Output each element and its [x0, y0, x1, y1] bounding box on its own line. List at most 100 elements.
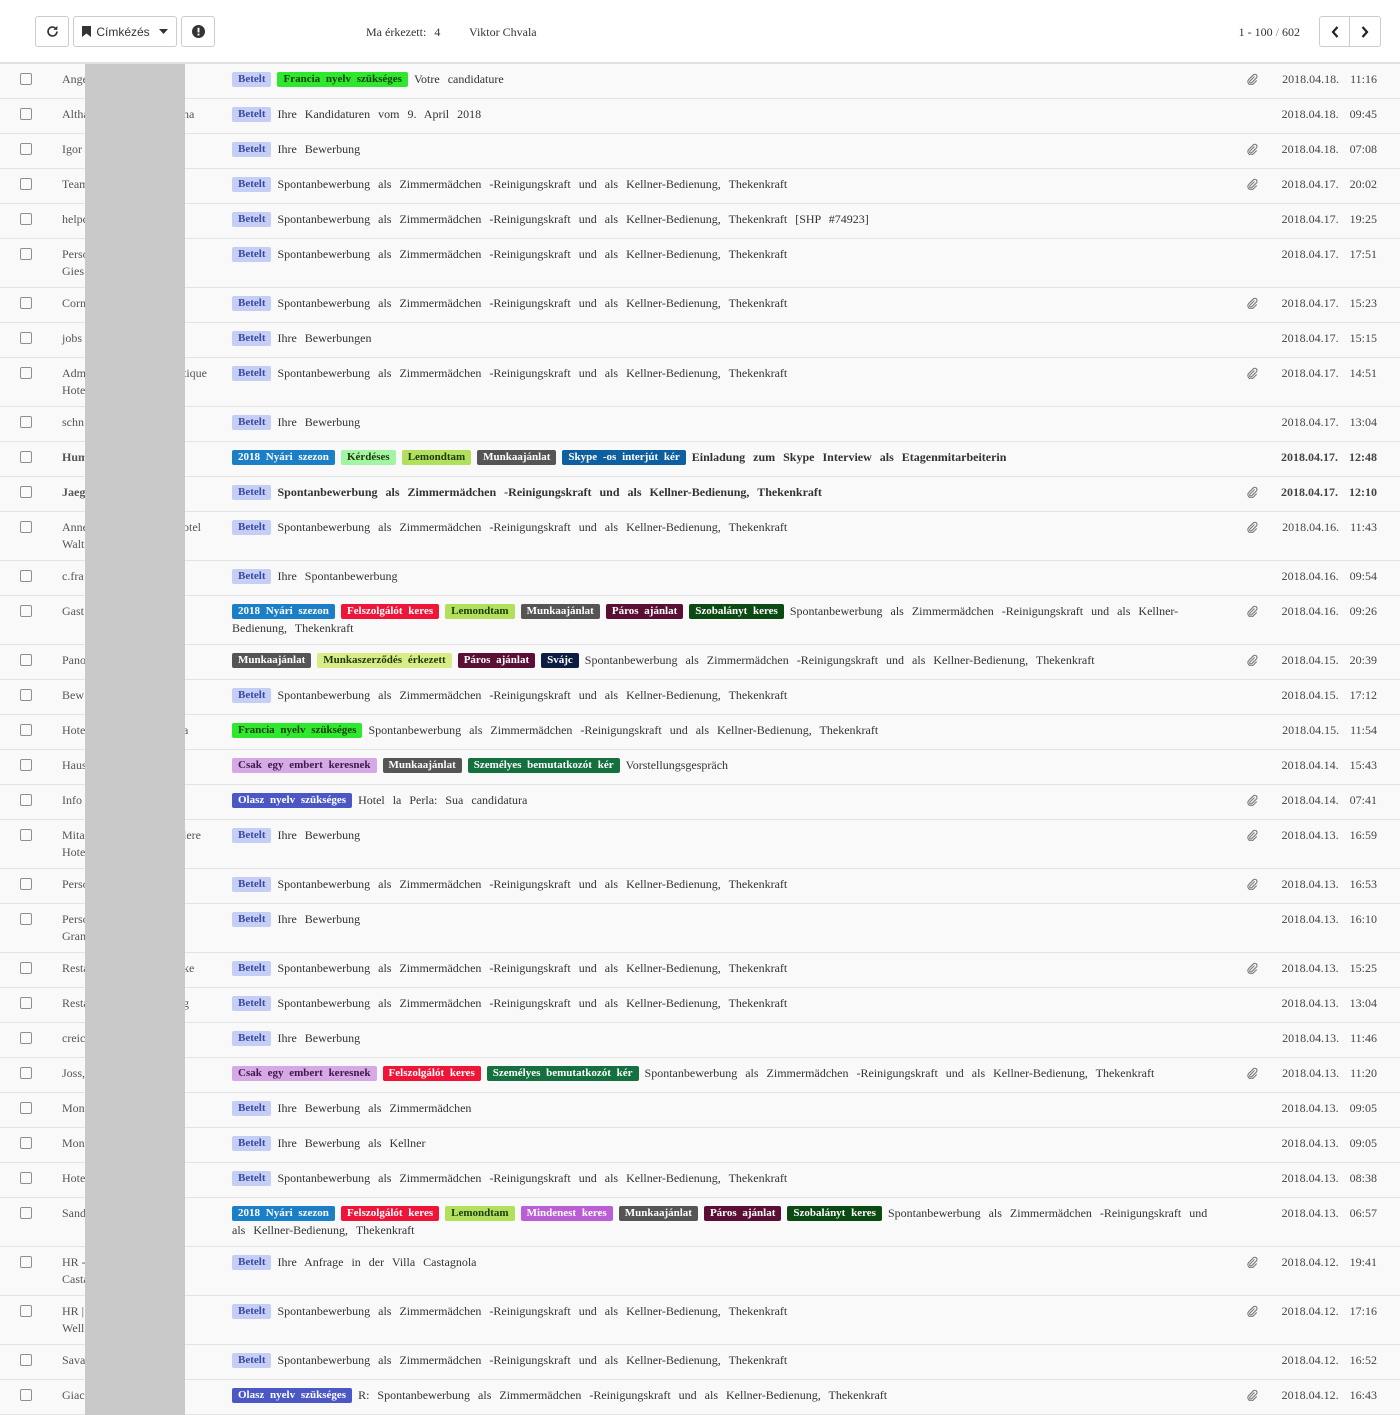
subject-line[interactable]: Betelt Francia nyelv szükséges Votre candi…	[232, 71, 1227, 88]
label-tag[interactable]: Csak egy embert keresnek	[232, 758, 377, 773]
label-tag[interactable]: Lemondtam	[445, 1206, 515, 1221]
subject-line[interactable]: Csak egy embert keresnek Munkaajánlat Szem…	[232, 757, 1227, 774]
row-checkbox[interactable]	[20, 759, 32, 771]
label-tag[interactable]: Betelt	[232, 296, 272, 311]
label-tag[interactable]: Kérdéses	[340, 450, 396, 465]
mail-row[interactable]: HR - Casta Betelt Ihre Anfrage in der Villa…	[0, 1247, 1400, 1296]
subject-line[interactable]: Betelt Ihre Bewerbungen	[232, 330, 1227, 347]
row-checkbox[interactable]	[20, 178, 32, 190]
mail-row[interactable]: Adm Hote tique Betelt Spontanbewerbung als Z…	[0, 358, 1400, 407]
mail-row[interactable]: Pano Munkaajánlat Munkaszerződés érkezett P…	[0, 645, 1400, 680]
subject-line[interactable]: Betelt Ihre Bewerbung	[232, 827, 1227, 844]
label-tag[interactable]: Mindenest keres	[520, 1206, 613, 1221]
label-tag[interactable]: Betelt	[232, 177, 272, 192]
row-checkbox[interactable]	[20, 878, 32, 890]
refresh-button[interactable]	[35, 16, 69, 47]
row-checkbox[interactable]	[20, 570, 32, 582]
label-tag[interactable]: Személyes bemutatkozót kér	[486, 1066, 639, 1081]
subject-line[interactable]: Betelt Ihre Bewerbung	[232, 141, 1227, 158]
row-checkbox[interactable]	[20, 451, 32, 463]
mail-row[interactable]: Anne Walt otel Betelt Spontanbewerbung als Z…	[0, 512, 1400, 561]
subject-line[interactable]: Betelt Ihre Kandidaturen vom 9. April 201…	[232, 106, 1227, 123]
label-tag[interactable]: Betelt	[232, 107, 272, 122]
mail-row[interactable]: Sand 2018 Nyári szezon Felszolgálót keres L…	[0, 1198, 1400, 1247]
row-checkbox[interactable]	[20, 1102, 32, 1114]
mail-row[interactable]: Joss, Csak egy embert keresnek Felszolgáló…	[0, 1058, 1400, 1093]
mail-row[interactable]: Mita Hote lere Betelt Ihre Bewerbung 2018.04.…	[0, 820, 1400, 869]
label-tag[interactable]: Betelt	[232, 485, 272, 500]
label-tag[interactable]: Betelt	[232, 415, 272, 430]
label-tag[interactable]: Svájc	[541, 653, 579, 668]
label-tag[interactable]: Betelt	[232, 1255, 272, 1270]
subject-line[interactable]: 2018 Nyári szezon Felszolgálót keres Lemon…	[232, 1205, 1227, 1239]
label-tag[interactable]: Munkaajánlat	[382, 758, 462, 773]
mail-row[interactable]: Hote a Francia nyelv szükséges Spontanbewer…	[0, 715, 1400, 750]
mail-row[interactable]: Hum 2018 Nyári szezon Kérdéses Lemondtam Mun…	[0, 442, 1400, 477]
row-checkbox[interactable]	[20, 689, 32, 701]
subject-line[interactable]: Betelt Spontanbewerbung als Zimmermädchen…	[232, 246, 1227, 263]
row-checkbox[interactable]	[20, 486, 32, 498]
subject-line[interactable]: Betelt Ihre Bewerbung	[232, 911, 1227, 928]
label-tag[interactable]: Munkaszerződés érkezett	[317, 653, 452, 668]
row-checkbox[interactable]	[20, 108, 32, 120]
row-checkbox[interactable]	[20, 367, 32, 379]
label-tag[interactable]: Betelt	[232, 1136, 272, 1151]
row-checkbox[interactable]	[20, 1172, 32, 1184]
label-tag[interactable]: Betelt	[232, 1031, 272, 1046]
mail-row[interactable]: jobs Betelt Ihre Bewerbungen 2018.04.17. 15…	[0, 323, 1400, 358]
mail-row[interactable]: Hote Betelt Spontanbewerbung als Zimmermäd…	[0, 1163, 1400, 1198]
label-tag[interactable]: Betelt	[232, 912, 272, 927]
subject-line[interactable]: Betelt Spontanbewerbung als Zimmermädchen…	[232, 876, 1227, 893]
mail-row[interactable]: Gast 2018 Nyári szezon Felszolgálót keres L…	[0, 596, 1400, 645]
subject-line[interactable]: Betelt Spontanbewerbung als Zimmermädchen…	[232, 1303, 1227, 1320]
label-tag[interactable]: Betelt	[232, 569, 272, 584]
mail-row[interactable]: Corn Betelt Spontanbewerbung als Zimmermäd…	[0, 288, 1400, 323]
mail-row[interactable]: schn Betelt Ihre Bewerbung 2018.04.17. 13:0…	[0, 407, 1400, 442]
row-checkbox[interactable]	[20, 605, 32, 617]
mail-row[interactable]: creic Betelt Ihre Bewerbung 2018.04.13. 11:…	[0, 1023, 1400, 1058]
row-checkbox[interactable]	[20, 1354, 32, 1366]
subject-line[interactable]: Betelt Spontanbewerbung als Zimmermädchen…	[232, 365, 1227, 382]
subject-line[interactable]: 2018 Nyári szezon Felszolgálót keres Lemon…	[232, 603, 1227, 637]
subject-line[interactable]: Betelt Spontanbewerbung als Zimmermädchen…	[232, 687, 1227, 704]
label-tag[interactable]: Páros ajánlat	[703, 1206, 782, 1221]
mail-row[interactable]: Team Betelt Spontanbewerbung als Zimmermäd…	[0, 169, 1400, 204]
subject-line[interactable]: 2018 Nyári szezon Kérdéses Lemondtam Munkaa…	[232, 449, 1227, 466]
row-checkbox[interactable]	[20, 248, 32, 260]
subject-line[interactable]: Olasz nyelv szükséges R: Spontanbewerbung…	[232, 1387, 1227, 1404]
label-tag[interactable]: Olasz nyelv szükséges	[232, 1388, 353, 1403]
label-tag[interactable]: Személyes bemutatkozót kér	[467, 758, 620, 773]
mail-row[interactable]: Haus Csak egy embert keresnek Munkaajánlat…	[0, 750, 1400, 785]
mail-row[interactable]: Giac Olasz nyelv szükséges R: Spontanbewer…	[0, 1380, 1400, 1415]
next-page-button[interactable]	[1349, 16, 1381, 47]
label-tag[interactable]: Betelt	[232, 1101, 272, 1116]
label-tag[interactable]: Betelt	[232, 331, 272, 346]
mail-row[interactable]: Igor Betelt Ihre Bewerbung 2018.04.18. 07:0…	[0, 134, 1400, 169]
label-tag[interactable]: Felszolgálót keres	[340, 1206, 440, 1221]
label-tag[interactable]: Betelt	[232, 1171, 272, 1186]
row-checkbox[interactable]	[20, 829, 32, 841]
subject-line[interactable]: Betelt Spontanbewerbung als Zimmermädchen…	[232, 1352, 1227, 1369]
mail-row[interactable]: Resta ke Betelt Spontanbewerbung als Zimmer…	[0, 953, 1400, 988]
mail-row[interactable]: Mon Betelt Ihre Bewerbung als Zimmermädche…	[0, 1093, 1400, 1128]
mail-row[interactable]: Bew Betelt Spontanbewerbung als Zimmermädc…	[0, 680, 1400, 715]
label-tag[interactable]: Csak egy embert keresnek	[232, 1066, 377, 1081]
mail-row[interactable]: Mon Betelt Ihre Bewerbung als Kellner 2018.…	[0, 1128, 1400, 1163]
label-tag[interactable]: 2018 Nyári szezon	[232, 450, 335, 465]
label-tag[interactable]: Betelt	[232, 688, 272, 703]
subject-line[interactable]: Csak egy embert keresnek Felszolgálót ker…	[232, 1065, 1227, 1082]
label-tag[interactable]: Betelt	[232, 212, 272, 227]
subject-line[interactable]: Betelt Spontanbewerbung als Zimmermädchen…	[232, 295, 1227, 312]
label-tag[interactable]: Munkaajánlat	[477, 450, 557, 465]
row-checkbox[interactable]	[20, 1305, 32, 1317]
subject-line[interactable]: Munkaajánlat Munkaszerződés érkezett Páros…	[232, 652, 1227, 669]
label-tag[interactable]: Lemondtam	[401, 450, 472, 465]
label-tag[interactable]: Olasz nyelv szükséges	[232, 793, 353, 808]
mail-row[interactable]: Perso Gies Betelt Spontanbewerbung als Zimm…	[0, 239, 1400, 288]
label-tag[interactable]: Páros ajánlat	[457, 653, 536, 668]
row-checkbox[interactable]	[20, 213, 32, 225]
label-tag[interactable]: Betelt	[232, 520, 272, 535]
mail-row[interactable]: Sava Betelt Spontanbewerbung als Zimmermäd…	[0, 1345, 1400, 1380]
label-tag[interactable]: Munkaajánlat	[618, 1206, 698, 1221]
mail-row[interactable]: Jaeg Betelt Spontanbewerbung als Zimmermäd…	[0, 477, 1400, 512]
